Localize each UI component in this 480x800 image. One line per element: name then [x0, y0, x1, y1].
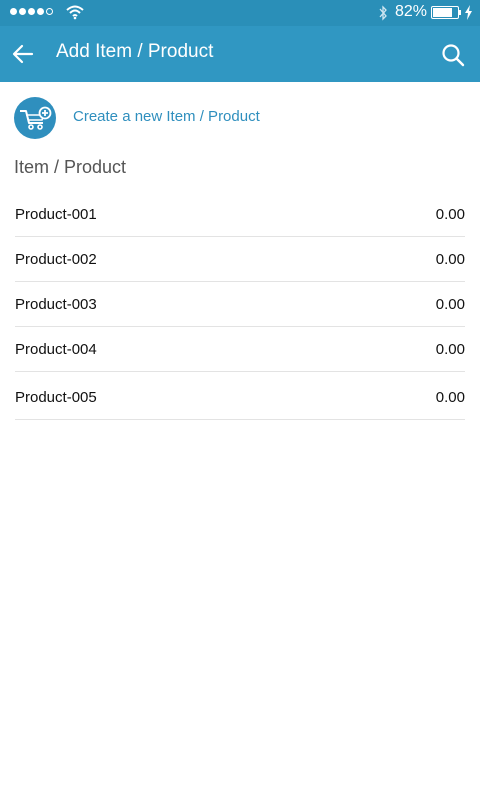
signal-dot	[37, 8, 44, 15]
cart-add-icon	[14, 97, 56, 139]
list-item[interactable]: Product-002 0.00	[15, 237, 465, 282]
item-value: 0.00	[435, 251, 465, 268]
battery-fill	[433, 8, 452, 17]
create-item-label: Create a new Item / Product	[73, 108, 260, 125]
product-list: Product-001 0.00 Product-002 0.00 Produc…	[15, 192, 465, 420]
item-name: Product-004	[15, 341, 97, 358]
item-value: 0.00	[435, 206, 465, 223]
item-value: 0.00	[435, 341, 465, 358]
create-item-button[interactable]: Create a new Item / Product	[14, 97, 464, 139]
battery-percent: 82%	[395, 3, 428, 20]
item-value: 0.00	[435, 389, 465, 406]
status-bar: 82%	[0, 0, 480, 26]
page-title: Add Item / Product	[56, 41, 214, 62]
list-item[interactable]: Product-005 0.00	[15, 372, 465, 420]
app-bar: Add Item / Product	[0, 26, 480, 82]
item-name: Product-003	[15, 296, 97, 313]
battery-tip	[459, 10, 461, 15]
search-icon[interactable]	[440, 42, 466, 68]
item-name: Product-002	[15, 251, 97, 268]
signal-dot	[10, 8, 17, 15]
signal-strength-icon	[10, 8, 53, 15]
battery-icon	[431, 6, 459, 19]
signal-dot	[28, 8, 35, 15]
item-name: Product-001	[15, 206, 97, 223]
wifi-icon	[66, 5, 84, 20]
charging-bolt-icon	[465, 5, 472, 20]
item-value: 0.00	[435, 296, 465, 313]
list-item[interactable]: Product-003 0.00	[15, 282, 465, 327]
back-arrow-icon[interactable]	[10, 40, 38, 68]
bluetooth-icon	[379, 5, 387, 21]
list-item[interactable]: Product-004 0.00	[15, 327, 465, 372]
list-item[interactable]: Product-001 0.00	[15, 192, 465, 237]
section-title: Item / Product	[14, 157, 127, 177]
signal-dot	[19, 8, 26, 15]
signal-dot-empty	[46, 8, 53, 15]
item-name: Product-005	[15, 389, 97, 406]
